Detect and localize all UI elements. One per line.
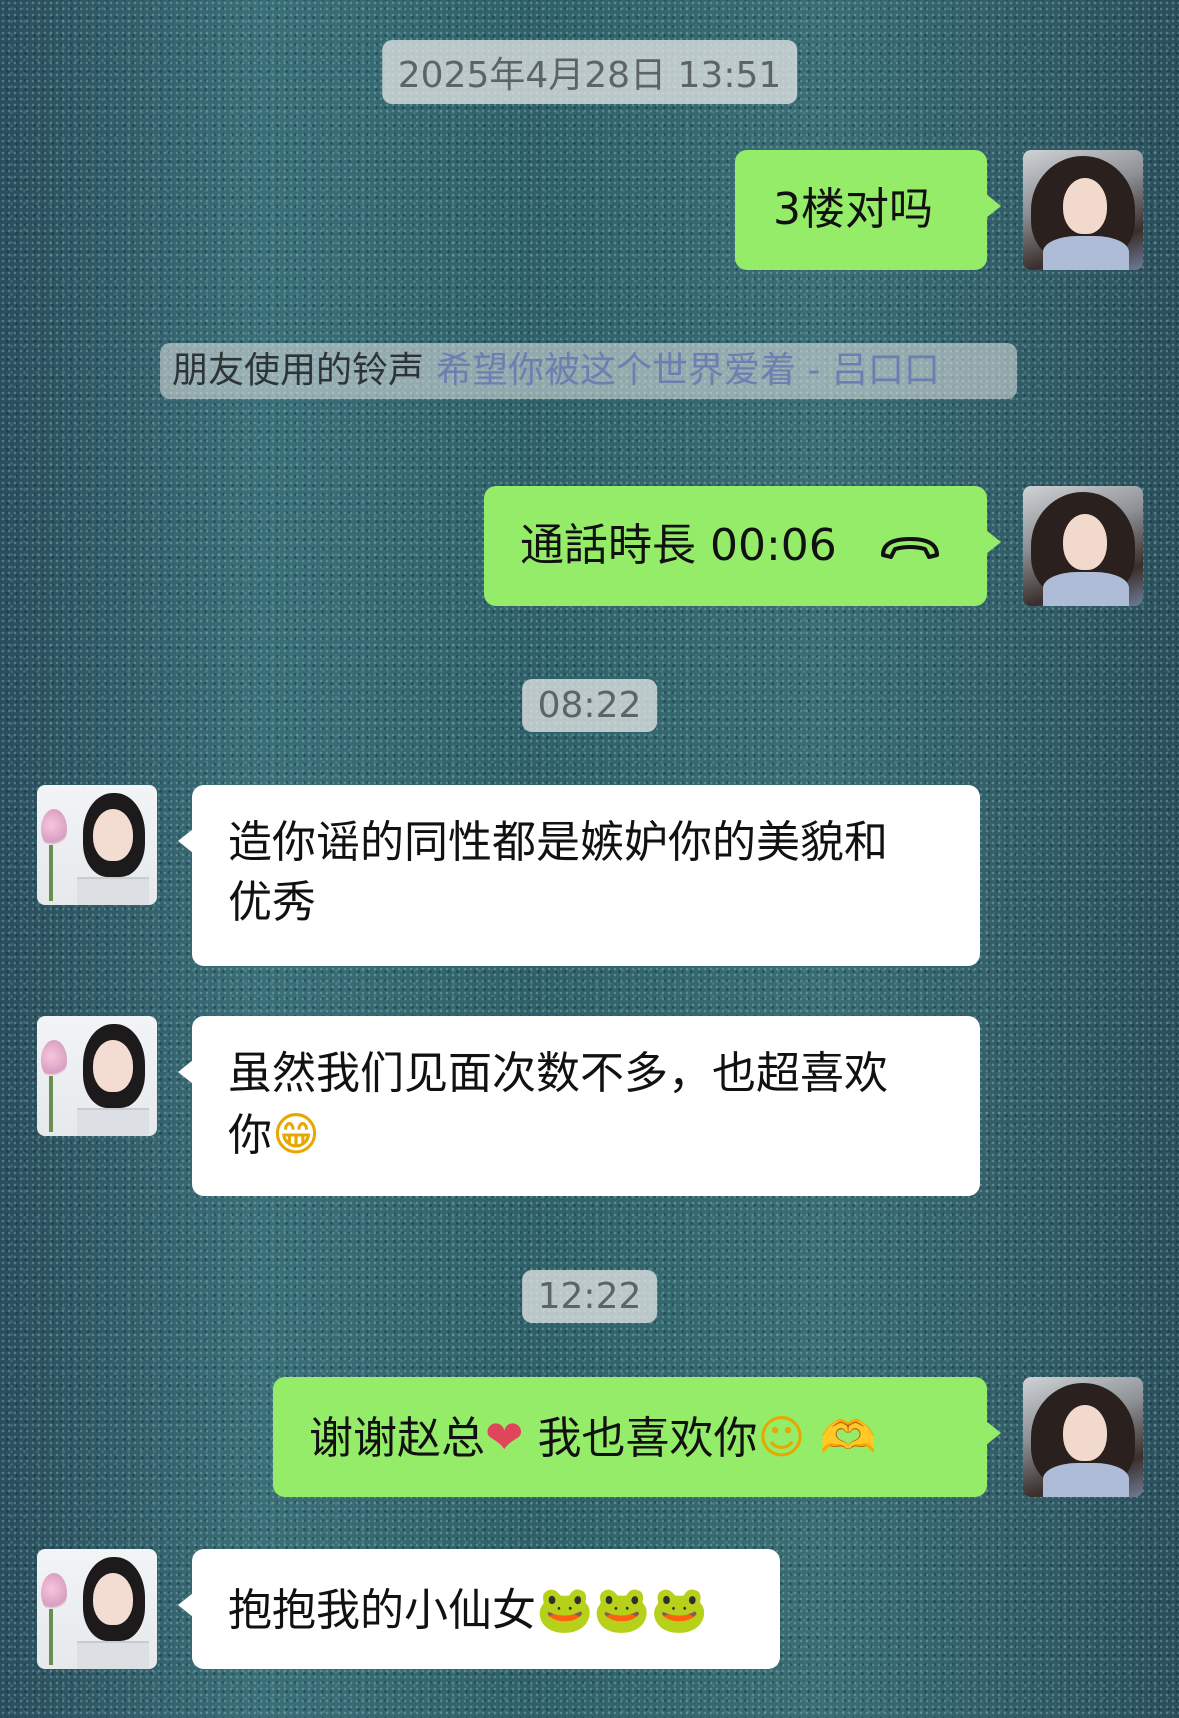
message-bubble-received[interactable]: 虽然我们见面次数不多，也超喜欢 你😁 — [178, 1016, 980, 1196]
my-avatar[interactable] — [1023, 1377, 1143, 1497]
message-text: 我也喜欢你 — [537, 1413, 758, 1464]
my-avatar[interactable] — [1023, 486, 1143, 606]
call-duration-text: 通話時長 00:06 — [520, 520, 837, 571]
my-avatar[interactable] — [1023, 150, 1143, 270]
smile-emoji-icon: ☺ — [757, 1410, 806, 1464]
friend-avatar[interactable] — [37, 1549, 157, 1669]
message-bubble-received[interactable]: 造你谣的同性都是嫉妒你的美貌和 优秀 — [178, 785, 980, 966]
ringtone-song-link[interactable]: 希望你被这个世界爱着 - 吕口口 — [436, 350, 940, 391]
chat-view[interactable]: 2025年4月28日 13:51 3楼对吗 朋友使用的铃声 希望你被这个世界爱着 … — [0, 0, 1179, 1718]
grin-emoji-icon: 😁 — [272, 1107, 320, 1161]
call-record-bubble[interactable]: 通話時長 00:06 — [484, 486, 1001, 606]
timestamp: 2025年4月28日 13:51 — [381, 40, 798, 104]
timestamp: 12:22 — [521, 1270, 658, 1323]
timestamp: 08:22 — [521, 679, 658, 732]
phone-hangup-icon — [880, 537, 939, 559]
friend-avatar[interactable] — [37, 1016, 157, 1136]
message-bubble-sent[interactable]: 3楼对吗 — [735, 150, 1001, 270]
friend-avatar[interactable] — [37, 785, 157, 905]
heart-hands-emoji-icon: 🫶 — [819, 1410, 877, 1464]
message-text: 虽然我们见面次数不多，也超喜欢 你 — [228, 1048, 888, 1161]
message-bubble-sent[interactable]: 谢谢赵总❤ 我也喜欢你☺ 🫶 — [273, 1377, 1001, 1497]
message-bubble-received[interactable]: 抱抱我的小仙女🐸🐸🐸 — [178, 1549, 780, 1669]
message-text: 造你谣的同性都是嫉妒你的美貌和 优秀 — [228, 817, 888, 928]
ringtone-label: 朋友使用的铃声 — [172, 350, 425, 391]
heart-emoji-icon: ❤ — [485, 1410, 524, 1464]
ringtone-notice: 朋友使用的铃声 希望你被这个世界爱着 - 吕口口 — [160, 343, 1017, 399]
message-text: 抱抱我的小仙女 — [228, 1585, 536, 1636]
frog-emoji-icon: 🐸🐸🐸 — [536, 1582, 708, 1636]
message-text: 3楼对吗 — [773, 184, 933, 235]
message-text: 谢谢赵总 — [309, 1413, 485, 1464]
